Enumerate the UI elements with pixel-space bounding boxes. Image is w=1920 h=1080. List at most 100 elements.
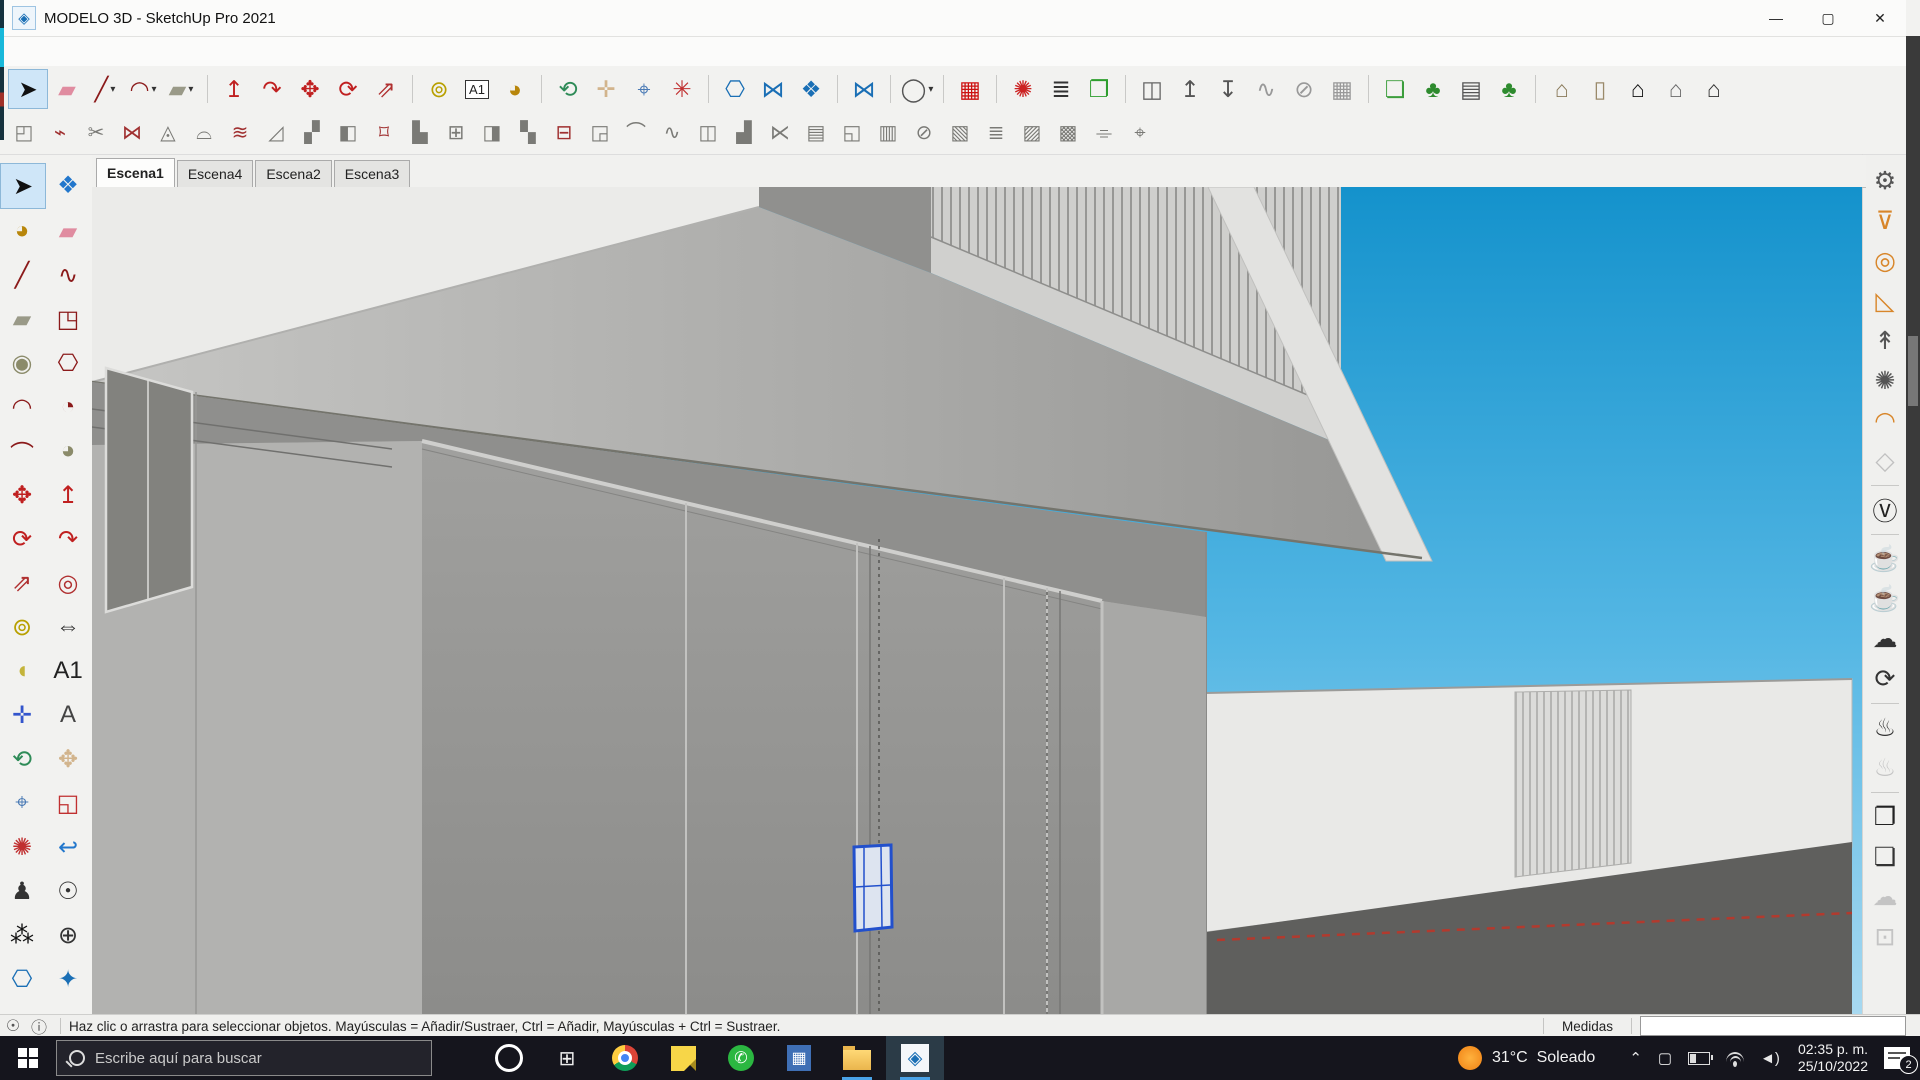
geolocation-icon[interactable]: ☉ <box>0 1016 26 1036</box>
zoom-tool[interactable]: ⌖ <box>625 70 663 108</box>
ext-tool-23[interactable]: ▤ <box>798 116 834 150</box>
rectangle-tool[interactable]: ▰ <box>0 297 44 341</box>
scene-tab[interactable]: Escena3 <box>334 160 410 187</box>
vray-lock-camera[interactable]: ⊡ <box>1866 917 1904 957</box>
eraser-tool[interactable]: ▰ <box>48 70 86 108</box>
zoom-extents-tool[interactable]: ✳ <box>663 70 701 108</box>
dimension-tool[interactable]: ⇔ <box>46 605 90 649</box>
minimize-button[interactable]: — <box>1750 0 1802 36</box>
tape-measure-tool[interactable]: ⊚ <box>0 605 44 649</box>
tablet-mode-icon[interactable]: ▢ <box>1658 1049 1672 1067</box>
3d-viewport[interactable] <box>92 187 1862 1015</box>
taskbar-search[interactable]: Escribe aquí para buscar <box>56 1040 432 1076</box>
taskbar-app-whatsapp[interactable]: ✆ <box>712 1036 770 1080</box>
weather-text[interactable]: 31°C Soleado <box>1492 1049 1595 1067</box>
taskbar-app-sticky-notes[interactable] <box>654 1036 712 1080</box>
axes-tool[interactable]: ✛ <box>0 693 44 737</box>
ext-tool-27[interactable]: ▧ <box>942 116 978 150</box>
scene-tab[interactable]: Escena4 <box>177 160 253 187</box>
move-tool[interactable]: ✥ <box>291 70 329 108</box>
tape-measure-tool[interactable]: ⊚ <box>420 70 458 108</box>
swap-model-tool[interactable]: ⋈ <box>754 70 792 108</box>
vray-spot-light[interactable]: ↟ <box>1866 321 1904 361</box>
ext-tool-24[interactable]: ◱ <box>834 116 870 150</box>
vray-dome-light[interactable]: ◠ <box>1866 401 1904 441</box>
zoom-tool[interactable]: ⌖ <box>0 781 44 825</box>
vray-ring-light[interactable]: ◎ <box>1866 241 1904 281</box>
scene-tab[interactable]: Escena1 <box>96 158 175 187</box>
ext-tool-17[interactable]: ◲ <box>582 116 618 150</box>
volume-icon[interactable]: ◄) <box>1760 1050 1780 1067</box>
account-menu[interactable]: ◯ <box>898 70 936 108</box>
scene-tab[interactable]: Escena2 <box>255 160 331 187</box>
spray-tool[interactable]: ✺ <box>1004 70 1042 108</box>
ext-tool-3[interactable]: ✂ <box>78 116 114 150</box>
tray-chevron-icon[interactable]: ⌃ <box>1629 1049 1642 1067</box>
ext-tool-1[interactable]: ◰ <box>6 116 42 150</box>
freehand-tool[interactable]: ∿ <box>46 253 90 297</box>
pie-tool[interactable]: ◔ <box>46 385 90 429</box>
vray-frame-buffer[interactable]: ❐ <box>1866 797 1904 837</box>
push-pull-tool[interactable]: ↥ <box>46 473 90 517</box>
start-button[interactable] <box>0 1036 56 1080</box>
grass-tool[interactable]: ∿ <box>1247 70 1285 108</box>
house-outline-tool[interactable]: ⌂ <box>1695 70 1733 108</box>
follow-me-tool[interactable]: ↷ <box>46 517 90 561</box>
text-tool[interactable]: A1 <box>458 70 496 108</box>
ext-tool-30[interactable]: ▩ <box>1050 116 1086 150</box>
rotated-rectangle-tool[interactable]: ◳ <box>46 297 90 341</box>
eraser-tool[interactable]: ▰ <box>46 209 90 253</box>
ext-tool-32[interactable]: ⌖ <box>1122 116 1158 150</box>
vray-asset-editor[interactable]: ⚙ <box>1866 161 1904 201</box>
home-tool[interactable]: ⌂ <box>1619 70 1657 108</box>
maximize-button[interactable]: ▢ <box>1802 0 1854 36</box>
ext-tool-18[interactable]: ⌒ <box>618 116 654 150</box>
pan-tool[interactable]: ✥ <box>46 737 90 781</box>
clip-tool[interactable]: ⊘ <box>1285 70 1323 108</box>
zoom-window-tool[interactable]: ◱ <box>46 781 90 825</box>
scale-tool[interactable]: ⇗ <box>367 70 405 108</box>
sketchup-hex-tool[interactable]: ⎔ <box>716 70 754 108</box>
ext-tool-12[interactable]: ▙ <box>402 116 438 150</box>
offset-tool[interactable]: ◎ <box>46 561 90 605</box>
compass-tool[interactable]: ⊕ <box>46 913 90 957</box>
warehouse-3d-tool[interactable]: ⎔ <box>0 957 44 1001</box>
threed-text-tool[interactable]: A <box>46 693 90 737</box>
vray-update[interactable]: ⟳ <box>1866 659 1904 699</box>
rotate-tool[interactable]: ⟳ <box>0 517 44 561</box>
vray-cloud-batch[interactable]: ☁ <box>1866 877 1904 917</box>
green-box-tool[interactable]: ❐ <box>1080 70 1118 108</box>
layout-tool[interactable]: ▦ <box>951 70 989 108</box>
orbit-tool[interactable]: ⟲ <box>549 70 587 108</box>
look-around-tool[interactable]: ☉ <box>46 869 90 913</box>
shed-tool[interactable]: ⌂ <box>1657 70 1695 108</box>
taskbar-app-file-explorer[interactable] <box>828 1036 886 1080</box>
close-button[interactable]: ✕ <box>1854 0 1906 36</box>
line-tool[interactable]: ╱ <box>0 253 44 297</box>
ext-tool-7[interactable]: ≋ <box>222 116 258 150</box>
rectangle-tool[interactable]: ▰ <box>162 70 200 108</box>
box-building-tool[interactable]: ▯ <box>1581 70 1619 108</box>
ext-tool-15[interactable]: ▚ <box>510 116 546 150</box>
ext-tool-6[interactable]: ⌓ <box>186 116 222 150</box>
ext-tool-4[interactable]: ⋈ <box>114 116 150 150</box>
paint-bucket-tool[interactable]: ◕ <box>0 209 44 253</box>
ext-tool-20[interactable]: ◫ <box>690 116 726 150</box>
vray-render-cloud[interactable]: ☁ <box>1866 619 1904 659</box>
position-camera-tool[interactable]: ♟ <box>0 869 44 913</box>
ext-tool-8[interactable]: ◿ <box>258 116 294 150</box>
vray-batch-render[interactable]: ❏ <box>1866 837 1904 877</box>
filled-arc-tool[interactable]: ◕ <box>46 429 90 473</box>
vray-ies-light[interactable]: ◺ <box>1866 281 1904 321</box>
zoom-extents-tool[interactable]: ✺ <box>0 825 44 869</box>
selected-door-handle[interactable] <box>854 845 892 931</box>
orbit-tool[interactable]: ⟲ <box>0 737 44 781</box>
walk-tool[interactable]: ⁂ <box>0 913 44 957</box>
select-tool[interactable]: ➤ <box>8 69 48 109</box>
tree-tool[interactable]: ♣ <box>1414 70 1452 108</box>
vray-omni-light[interactable]: ✺ <box>1866 361 1904 401</box>
rotate-tool[interactable]: ⟳ <box>329 70 367 108</box>
arc-tool[interactable]: ◠ <box>0 385 44 429</box>
taskbar-app-sketchup[interactable]: ◈ <box>886 1036 944 1080</box>
ext-tool-9[interactable]: ▞ <box>294 116 330 150</box>
